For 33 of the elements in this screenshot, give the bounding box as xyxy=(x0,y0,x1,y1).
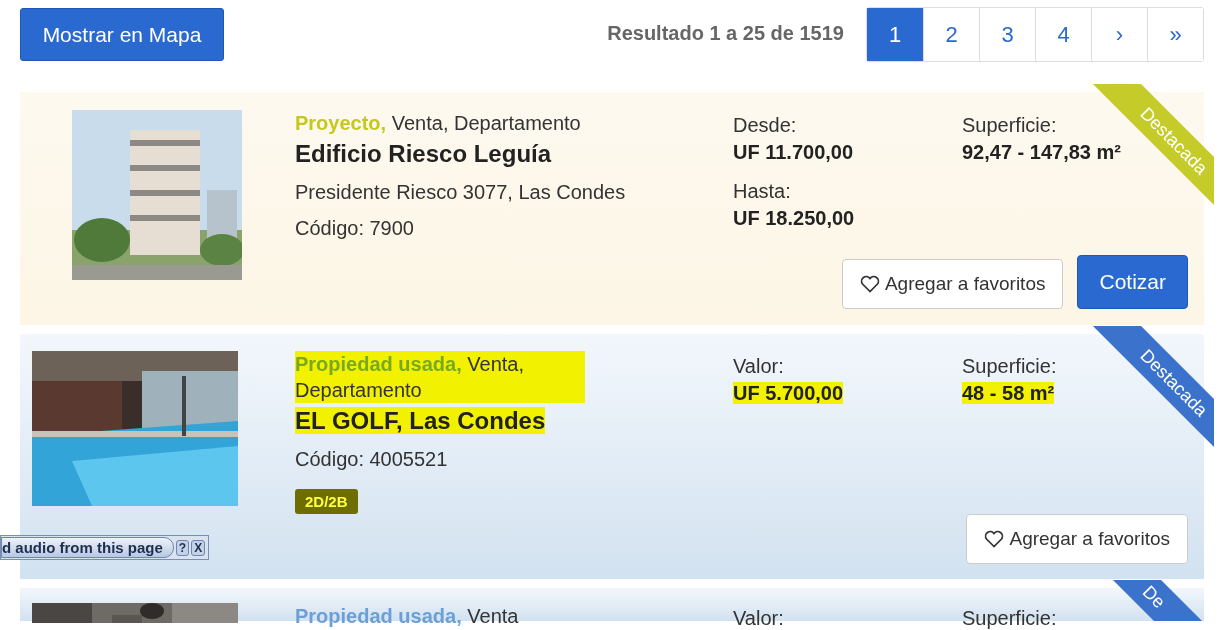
price-value: UF 5.700,00 xyxy=(733,382,844,404)
favorite-button[interactable]: Agregar a favoritos xyxy=(966,514,1188,564)
page-link[interactable]: » xyxy=(1147,8,1203,61)
listing-address: Presidente Riesco 3077, Las Condes xyxy=(295,180,627,205)
area-label: Superficie: xyxy=(962,113,1057,138)
listing-title[interactable]: Edificio Riesco Leguía xyxy=(295,140,552,167)
results-count: Resultado 1 a 25 de 1519 xyxy=(607,22,844,45)
area-value: 48 - 58 m² xyxy=(962,382,1055,404)
price-label: Desde: xyxy=(733,113,797,138)
price-label: Valor: xyxy=(733,606,784,630)
map-button[interactable]: Mostrar en Mapa xyxy=(20,8,224,61)
heart-icon xyxy=(859,275,880,293)
page-link[interactable]: 1 xyxy=(867,8,923,61)
area-label: Superficie: xyxy=(962,606,1057,630)
quote-button[interactable]: Cotizar xyxy=(1077,255,1188,309)
area-value: 92,47 - 147,83 m² xyxy=(962,141,1121,163)
listing-code: Código: 7900 xyxy=(295,216,415,241)
listing-category: Proyecto, Venta, Departamento xyxy=(295,111,581,136)
help-button[interactable]: ? xyxy=(175,539,190,556)
price-value: UF 11.700,00 xyxy=(733,141,854,163)
price-label: Hasta: xyxy=(733,179,791,204)
price-label: Valor: xyxy=(733,354,784,379)
listing-category: Propiedad usada, Venta, Departamento xyxy=(295,351,585,403)
close-button[interactable]: X xyxy=(191,539,206,556)
price-value: UF 18.250,00 xyxy=(733,207,855,229)
favorite-button[interactable]: Agregar a favoritos xyxy=(841,259,1064,309)
listing-code: Código: 4005521 xyxy=(295,447,449,472)
heart-icon xyxy=(984,530,1005,548)
area-label: Superficie: xyxy=(962,354,1057,379)
listing-category: Propiedad usada, Venta xyxy=(295,604,519,629)
listing-title[interactable]: EL GOLF, Las Condes xyxy=(295,407,546,434)
rooms-badge: 2D/2B xyxy=(295,489,358,514)
audio-button[interactable]: d audio from this page xyxy=(1,537,174,558)
